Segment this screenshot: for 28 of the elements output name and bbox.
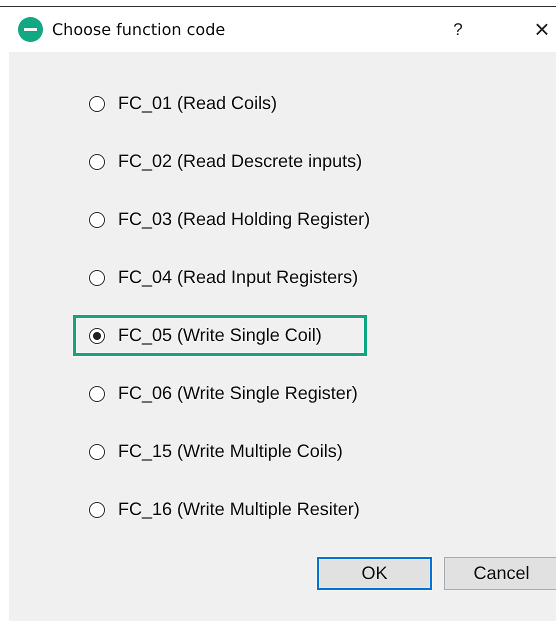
cancel-button[interactable]: Cancel [444, 557, 556, 590]
window-title: Choose function code [52, 20, 226, 39]
option-label: FC_06 (Write Single Register) [118, 383, 358, 404]
help-button[interactable]: ? [448, 20, 468, 40]
option-label: FC_01 (Read Coils) [118, 93, 278, 114]
option-label: FC_04 (Read Input Registers) [118, 267, 358, 288]
option-label: FC_05 (Write Single Coil) [118, 325, 322, 346]
radio-button[interactable] [89, 96, 105, 112]
radio-option[interactable]: FC_02 (Read Descrete inputs) [73, 141, 367, 182]
option-label: FC_02 (Read Descrete inputs) [118, 151, 362, 172]
ok-button[interactable]: OK [317, 557, 432, 590]
radio-button[interactable] [89, 502, 105, 518]
radio-option[interactable]: FC_15 (Write Multiple Coils) [73, 431, 367, 472]
radio-button[interactable] [89, 212, 105, 228]
option-label: FC_15 (Write Multiple Coils) [118, 441, 343, 462]
radio-option[interactable]: FC_01 (Read Coils) [73, 83, 367, 124]
radio-option[interactable]: FC_05 (Write Single Coil) [73, 315, 367, 356]
radio-button[interactable] [89, 328, 105, 344]
close-button[interactable]: × [530, 14, 554, 45]
radio-option[interactable]: FC_04 (Read Input Registers) [73, 257, 367, 298]
radio-option[interactable]: FC_06 (Write Single Register) [73, 373, 367, 414]
radio-button[interactable] [89, 386, 105, 402]
app-icon [18, 17, 43, 42]
radio-button[interactable] [89, 154, 105, 170]
radio-button[interactable] [89, 270, 105, 286]
option-label: FC_16 (Write Multiple Resiter) [118, 499, 360, 520]
radio-option[interactable]: FC_16 (Write Multiple Resiter) [73, 489, 367, 530]
radio-button[interactable] [89, 444, 105, 460]
